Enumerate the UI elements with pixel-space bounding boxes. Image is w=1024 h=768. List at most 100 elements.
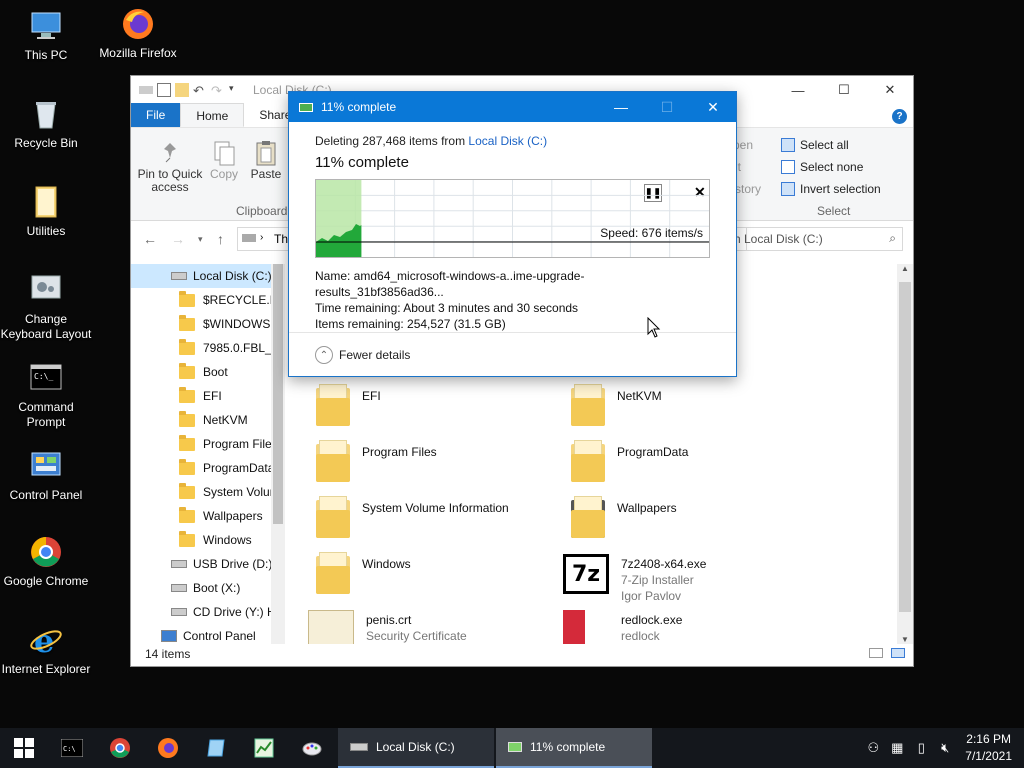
desktop-icon-this-pc[interactable]: This PC — [0, 8, 92, 63]
tree-item[interactable]: Boot — [131, 360, 281, 384]
drive-icon — [171, 560, 187, 568]
progress-headline: 11% complete — [315, 154, 409, 171]
paste-button[interactable]: Paste — [249, 140, 283, 181]
content-scrollbar[interactable]: ▲ ▼ — [897, 264, 913, 644]
tree-item[interactable]: $RECYCLE.BIN — [131, 288, 281, 312]
taskbar-task-manager[interactable] — [240, 728, 288, 768]
task-label: 11% complete — [530, 740, 606, 754]
search-input[interactable]: h Local Disk (C:) ⌕ — [727, 227, 903, 251]
start-button[interactable] — [0, 728, 48, 768]
new-folder-icon[interactable] — [175, 82, 189, 97]
select-none-label: Select none — [800, 160, 864, 174]
clock[interactable]: 2:16 PM 7/1/2021 — [965, 731, 1012, 765]
recent-locations-icon[interactable]: ▾ — [198, 234, 203, 245]
search-icon[interactable]: ⌕ — [889, 231, 896, 246]
usb-icon[interactable]: ▯ — [909, 740, 933, 756]
desktop-icon-utilities[interactable]: Utilities — [0, 184, 92, 239]
forward-arrow-icon[interactable]: → — [171, 231, 185, 247]
select-all-button[interactable]: Select all — [781, 138, 849, 152]
scroll-up-icon[interactable]: ▲ — [897, 264, 913, 273]
maximize-button[interactable]: ☐ — [821, 76, 867, 104]
details-view-icon[interactable] — [869, 648, 883, 658]
file-item[interactable]: redlock.exe redlock — [563, 610, 682, 644]
taskbar-paint[interactable] — [288, 728, 336, 768]
tree-item[interactable]: CD Drive (Y:) H — [131, 600, 281, 624]
nav-pane-scrollbar[interactable] — [271, 264, 285, 644]
desktop-icon-chrome[interactable]: Google Chrome — [0, 534, 92, 589]
tree-item[interactable]: Windows — [131, 528, 281, 552]
large-icons-view-icon[interactable] — [891, 648, 905, 658]
source-link[interactable]: Local Disk (C:) — [468, 134, 547, 148]
tree-item-label: Wallpapers — [203, 509, 263, 523]
desktop-icon-firefox[interactable]: Mozilla Firefox — [92, 6, 184, 61]
taskbar-command-prompt[interactable]: C:\ — [48, 728, 96, 768]
redo-icon[interactable]: ↷ — [211, 83, 225, 98]
desktop-icon-label: Control Panel — [9, 488, 83, 502]
close-button[interactable]: ✕ — [867, 76, 913, 104]
desktop-icon-command-prompt[interactable]: C:\_ Command Prompt — [0, 360, 92, 430]
volume-muted-icon[interactable]: 🔇︎ — [933, 740, 957, 756]
close-button[interactable]: ✕ — [690, 92, 736, 122]
tree-item[interactable]: System Volun — [131, 480, 281, 504]
tree-item[interactable]: ProgramData — [131, 456, 281, 480]
tree-item[interactable]: NetKVM — [131, 408, 281, 432]
tree-item[interactable]: EFI — [131, 384, 281, 408]
tab-file[interactable]: File — [131, 103, 181, 127]
network-icon[interactable]: ⚇ — [861, 740, 885, 756]
desktop-icon-label: Command Prompt — [18, 400, 74, 429]
tree-item[interactable]: Control Panel — [131, 624, 281, 644]
folder-icon — [316, 440, 350, 482]
taskbar-firefox[interactable] — [144, 728, 192, 768]
divider — [289, 332, 736, 333]
certificate-icon — [308, 610, 354, 644]
tree-item[interactable]: Boot (X:) — [131, 576, 281, 600]
file-item[interactable]: Wallpapers — [563, 496, 677, 538]
tree-item-label: $WINDOWS.~ — [203, 317, 281, 331]
taskbar-task-explorer[interactable]: Local Disk (C:) — [338, 728, 494, 768]
fewer-details-button[interactable]: ⌃ Fewer details — [315, 346, 410, 364]
taskbar-notepad[interactable] — [192, 728, 240, 768]
tree-item[interactable]: Program Files — [131, 432, 281, 456]
tab-home[interactable]: Home — [180, 103, 245, 127]
minimize-button[interactable]: — — [775, 76, 821, 104]
file-item[interactable]: 7z 7z2408-x64.exe 7-Zip Installer Igor Pavl… — [563, 554, 706, 604]
file-item[interactable]: NetKVM — [563, 384, 662, 426]
tree-item-label: USB Drive (D:) — [193, 557, 273, 571]
tree-item[interactable]: USB Drive (D:) — [131, 552, 281, 576]
scrollbar-thumb[interactable] — [899, 282, 911, 612]
up-arrow-icon[interactable]: ↑ — [217, 231, 224, 247]
file-item[interactable]: ProgramData — [563, 440, 688, 482]
pin-to-quick-access-button[interactable]: Pin to Quick access — [137, 140, 203, 194]
taskbar-chrome[interactable] — [96, 728, 144, 768]
color-icon[interactable]: ▦ — [885, 740, 909, 756]
tree-item[interactable]: 7985.0.FBL_GI — [131, 336, 281, 360]
copy-button[interactable]: Copy — [209, 140, 239, 181]
scrollbar-thumb[interactable] — [273, 264, 283, 524]
folder-icon — [179, 290, 195, 307]
chevron-down-icon[interactable]: ▾ — [229, 83, 243, 97]
invert-selection-button[interactable]: Invert selection — [781, 182, 881, 196]
minimize-button[interactable]: — — [598, 92, 644, 122]
back-arrow-icon[interactable]: ← — [143, 231, 157, 247]
history-button-partial[interactable]: story — [735, 182, 761, 196]
file-item[interactable]: System Volume Information — [308, 496, 509, 538]
file-item[interactable]: Windows — [308, 552, 411, 594]
tree-item[interactable]: Local Disk (C:) — [131, 264, 281, 288]
properties-icon[interactable] — [157, 82, 171, 97]
undo-icon[interactable]: ↶ — [193, 83, 207, 98]
tree-item[interactable]: Wallpapers — [131, 504, 281, 528]
desktop-icon-label: Internet Explorer — [1, 662, 91, 676]
desktop-icon-internet-explorer[interactable]: e Internet Explorer — [0, 622, 92, 677]
desktop-icon-recycle-bin[interactable]: Recycle Bin — [0, 96, 92, 151]
tree-item-label: Program Files — [203, 437, 278, 451]
help-icon[interactable]: ? — [886, 103, 913, 127]
file-item[interactable]: Program Files — [308, 440, 437, 482]
taskbar-task-progress[interactable]: 11% complete — [496, 728, 652, 768]
file-item[interactable]: penis.crt Security Certificate — [308, 610, 467, 644]
tree-item-label: Windows — [203, 533, 252, 547]
select-none-button[interactable]: Select none — [781, 160, 863, 174]
desktop-icon-control-panel[interactable]: Control Panel — [0, 448, 92, 503]
desktop-icon-keyboard-layout[interactable]: Change Keyboard Layout — [0, 272, 92, 342]
tree-item[interactable]: $WINDOWS.~ — [131, 312, 281, 336]
file-item[interactable]: EFI — [308, 384, 381, 426]
